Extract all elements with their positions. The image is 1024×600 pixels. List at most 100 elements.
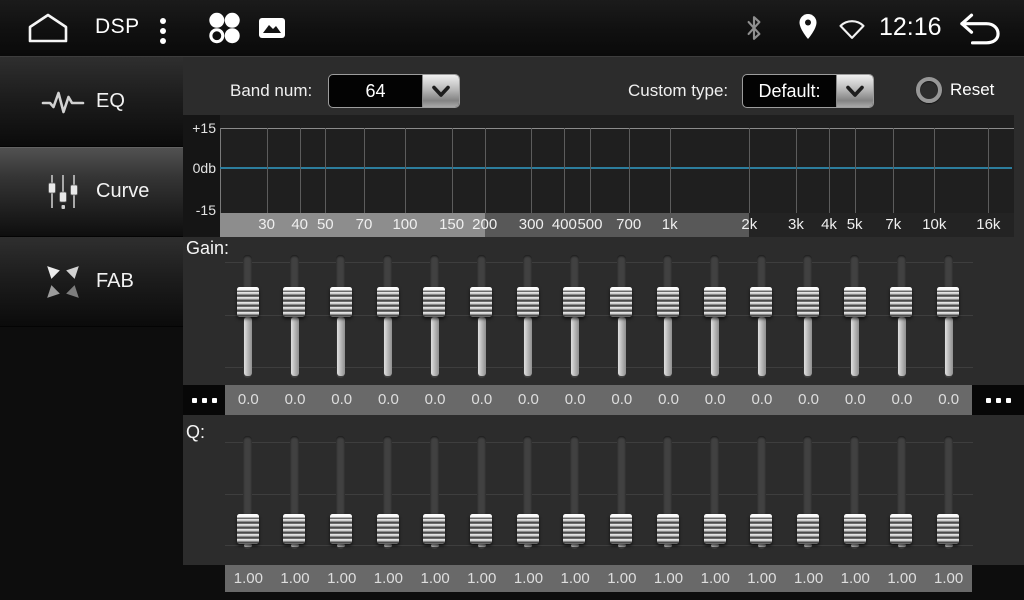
q-slider[interactable] [563, 436, 585, 549]
slider-knob[interactable] [283, 514, 305, 544]
scroll-bands-left-button[interactable] [183, 385, 225, 415]
gain-slider[interactable] [657, 255, 679, 378]
gain-value: 0.0 [505, 385, 552, 415]
q-slider[interactable] [750, 436, 772, 549]
gain-slider[interactable] [423, 255, 445, 378]
q-slider[interactable] [890, 436, 912, 549]
slider-knob[interactable] [937, 287, 959, 317]
gain-slider[interactable] [844, 255, 866, 378]
reset-radio-icon[interactable] [916, 77, 942, 103]
gain-slider[interactable] [610, 255, 632, 378]
q-slider[interactable] [704, 436, 726, 549]
q-slider[interactable] [377, 436, 399, 549]
eq-curve-plot [220, 115, 1014, 213]
grid-line [452, 128, 453, 213]
sidebar-item-fab[interactable]: FAB [0, 237, 183, 327]
q-slider[interactable] [423, 436, 445, 549]
slider-knob[interactable] [517, 514, 539, 544]
gallery-icon[interactable] [258, 17, 286, 44]
custom-type-select[interactable]: Default: [742, 74, 874, 108]
grid-line [364, 128, 365, 213]
gain-slider[interactable] [237, 255, 259, 378]
slider-knob[interactable] [937, 514, 959, 544]
scroll-bands-right-button[interactable] [972, 385, 1024, 415]
sidebar-item-label: EQ [96, 90, 125, 113]
gain-slider[interactable] [937, 255, 959, 378]
slider-knob[interactable] [657, 514, 679, 544]
slider-knob[interactable] [797, 287, 819, 317]
slider-knob[interactable] [610, 287, 632, 317]
slider-knob[interactable] [797, 514, 819, 544]
q-slider[interactable] [237, 436, 259, 549]
slider-knob[interactable] [750, 287, 772, 317]
slider-knob[interactable] [750, 514, 772, 544]
curve-panel: Band num: 64 Custom type: Default: Reset… [183, 56, 1024, 600]
gain-slider[interactable] [750, 255, 772, 378]
slider-knob[interactable] [283, 287, 305, 317]
slider-knob[interactable] [610, 514, 632, 544]
slider-knob[interactable] [470, 287, 492, 317]
slider-knob[interactable] [470, 514, 492, 544]
slider-rail-lower [851, 544, 859, 547]
gain-value: 0.0 [832, 385, 879, 415]
chevron-down-icon[interactable] [836, 75, 873, 107]
q-value: 1.00 [879, 565, 926, 592]
sidebar-item-curve[interactable]: Curve [0, 147, 183, 237]
slider-knob[interactable] [377, 514, 399, 544]
slider-knob[interactable] [657, 287, 679, 317]
gain-slider[interactable] [517, 255, 539, 378]
q-values-row: 1.001.001.001.001.001.001.001.001.001.00… [225, 565, 972, 592]
slider-knob[interactable] [237, 514, 259, 544]
slider-knob[interactable] [237, 287, 259, 317]
grid-line [590, 128, 591, 213]
sidebar-item-eq[interactable]: EQ [0, 57, 183, 147]
q-slider[interactable] [657, 436, 679, 549]
q-slider[interactable] [283, 436, 305, 549]
slider-knob[interactable] [890, 514, 912, 544]
apps-icon[interactable] [205, 10, 243, 52]
y-tick-zero: 0db [193, 160, 216, 176]
gain-slider[interactable] [797, 255, 819, 378]
q-slider[interactable] [610, 436, 632, 549]
slider-knob[interactable] [890, 287, 912, 317]
band-num-select[interactable]: 64 [328, 74, 460, 108]
gain-slider[interactable] [330, 255, 352, 378]
gain-slider[interactable] [283, 255, 305, 378]
slider-knob[interactable] [330, 514, 352, 544]
reset-button[interactable]: Reset [916, 77, 994, 103]
gain-slider[interactable] [563, 255, 585, 378]
slider-knob[interactable] [844, 287, 866, 317]
back-icon[interactable] [958, 12, 1002, 51]
slider-rail-lower [664, 317, 672, 376]
q-slider[interactable] [470, 436, 492, 549]
grid-line [629, 128, 630, 213]
slider-knob[interactable] [563, 514, 585, 544]
freq-tick-label: 2k [741, 216, 757, 233]
q-slider[interactable] [937, 436, 959, 549]
gain-slider[interactable] [890, 255, 912, 378]
frequency-axis-strip[interactable]: 304050701001502003004005007001k2k3k4k5k7… [220, 213, 1014, 237]
slider-knob[interactable] [704, 287, 726, 317]
overflow-menu-icon[interactable] [160, 14, 166, 48]
q-slider[interactable] [330, 436, 352, 549]
q-slider[interactable] [517, 436, 539, 549]
gain-slider[interactable] [470, 255, 492, 378]
chevron-down-icon[interactable] [422, 75, 459, 107]
grid-line [531, 128, 532, 213]
q-slider[interactable] [844, 436, 866, 549]
custom-type-value: Default: [743, 75, 836, 107]
slider-knob[interactable] [423, 287, 445, 317]
slider-knob[interactable] [517, 287, 539, 317]
gain-slider[interactable] [704, 255, 726, 378]
slider-knob[interactable] [377, 287, 399, 317]
home-icon[interactable] [26, 12, 70, 49]
q-slider[interactable] [797, 436, 819, 549]
slider-knob[interactable] [844, 514, 866, 544]
slider-knob[interactable] [704, 514, 726, 544]
freq-tick-label: 50 [317, 216, 334, 233]
slider-knob[interactable] [423, 514, 445, 544]
slider-knob[interactable] [563, 287, 585, 317]
slider-knob[interactable] [330, 287, 352, 317]
gain-slider[interactable] [377, 255, 399, 378]
plot-top-border [220, 128, 1014, 129]
